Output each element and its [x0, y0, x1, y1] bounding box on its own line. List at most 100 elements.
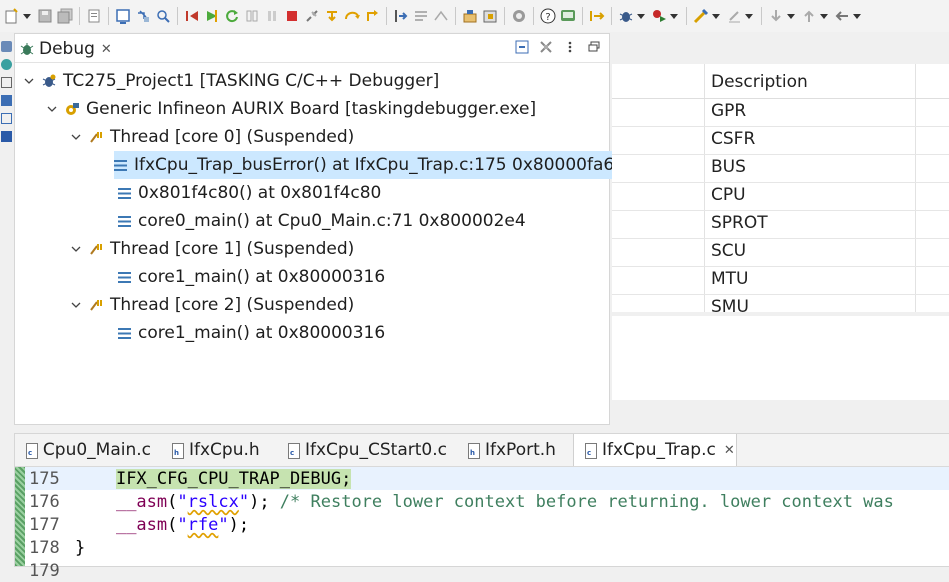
- chevron-down-icon[interactable]: [23, 75, 35, 87]
- disassembly-icon[interactable]: [1, 131, 12, 142]
- table-row[interactable]: GPR: [612, 98, 949, 127]
- external-tools-dropdown-icon[interactable]: [712, 13, 720, 19]
- bug-icon[interactable]: [1, 59, 12, 70]
- tab-ifxcpu-cstart0[interactable]: c IfxCpu_CStart0.c: [277, 434, 447, 466]
- register-group-name: SCU: [711, 241, 747, 261]
- pin-dropdown-icon[interactable]: [745, 13, 753, 19]
- skip-breakpoints-icon[interactable]: [155, 8, 171, 24]
- save-icon[interactable]: [37, 8, 53, 24]
- print-icon[interactable]: [86, 8, 102, 24]
- help-icon[interactable]: ?: [540, 8, 556, 24]
- chevron-down-icon[interactable]: [70, 299, 82, 311]
- left-trim-bar: [0, 34, 13, 184]
- chevron-down-icon[interactable]: [70, 243, 82, 255]
- description-column-header[interactable]: Description: [711, 72, 808, 92]
- editor-tab-label: Cpu0_Main.c: [42, 440, 151, 460]
- tree-item-label: core1_main() at 0x80000316: [138, 267, 386, 287]
- tree-frame-item[interactable]: core1_main() at 0x80000316: [118, 263, 385, 291]
- stop-target-icon[interactable]: [482, 8, 498, 24]
- step-over-icon[interactable]: [344, 8, 360, 24]
- tab-ifxcpu-h[interactable]: h IfxCpu.h: [161, 434, 267, 466]
- close-icon[interactable]: ✕: [101, 42, 112, 57]
- remove-terminated-icon[interactable]: [539, 39, 553, 53]
- resume-icon[interactable]: [204, 8, 220, 24]
- tab-ifxcpu-trap[interactable]: c IfxCpu_Trap.c ✕: [573, 434, 737, 466]
- run-icon[interactable]: [651, 8, 667, 24]
- external-tools-icon[interactable]: [693, 8, 709, 24]
- tree-frame-item-selected[interactable]: IfxCpu_Trap_busError() at IfxCpu_Trap.c:…: [114, 151, 619, 179]
- pin-icon[interactable]: [726, 8, 742, 24]
- disconnect-icon[interactable]: [304, 8, 320, 24]
- chevron-down-icon[interactable]: [70, 131, 82, 143]
- tree-thread-item[interactable]: Thread [core 0] (Suspended): [70, 123, 354, 151]
- navigate-up-dropdown-icon[interactable]: [820, 13, 828, 19]
- step-return-icon[interactable]: [364, 8, 380, 24]
- debug-view-icon[interactable]: [1, 41, 12, 52]
- use-step-filters-icon[interactable]: [413, 8, 429, 24]
- new-dropdown-icon[interactable]: [23, 13, 31, 19]
- tree-launch-item[interactable]: TC275_Project1 [TASKING C/C++ Debugger]: [23, 67, 439, 95]
- toolbar-separator: [582, 7, 583, 25]
- save-all-icon[interactable]: [57, 8, 73, 24]
- restart-icon[interactable]: [184, 8, 200, 24]
- table-row[interactable]: SCU: [612, 238, 949, 267]
- reload-icon[interactable]: [224, 8, 240, 24]
- chevron-down-icon[interactable]: [46, 103, 58, 115]
- h-file-icon: h: [171, 442, 184, 459]
- code-line[interactable]: 177 __asm("rfe");: [15, 513, 949, 536]
- registers-icon[interactable]: [1, 95, 12, 106]
- target-gear-icon[interactable]: [511, 8, 527, 24]
- code-area[interactable]: 175 IFX_CFG_CPU_TRAP_DEBUG; 176 __asm("r…: [15, 467, 949, 581]
- toolbar-separator: [686, 7, 687, 25]
- table-row[interactable]: SMU: [612, 294, 949, 312]
- suspend-icon[interactable]: [244, 8, 260, 24]
- table-row[interactable]: CPU: [612, 182, 949, 211]
- target-icon[interactable]: [462, 8, 478, 24]
- view-menu-icon[interactable]: [563, 39, 577, 53]
- run-dropdown-icon[interactable]: [670, 13, 678, 19]
- navigate-up-icon[interactable]: [801, 8, 817, 24]
- code-line[interactable]: 178 }: [15, 536, 949, 559]
- build-icon[interactable]: [115, 8, 131, 24]
- tree-frame-item[interactable]: core1_main() at 0x80000316: [118, 319, 385, 347]
- tree-thread-item[interactable]: Thread [core 2] (Suspended): [70, 291, 354, 319]
- target-board-icon: [64, 101, 80, 117]
- tree-item-label: IfxCpu_Trap_busError() at IfxCpu_Trap.c:…: [134, 155, 615, 175]
- tree-frame-item[interactable]: core0_main() at Cpu0_Main.c:71 0x800002e…: [118, 207, 526, 235]
- tree-thread-item[interactable]: Thread [core 1] (Suspended): [70, 235, 354, 263]
- debug-config-icon[interactable]: [135, 8, 151, 24]
- terminate-icon[interactable]: [284, 8, 300, 24]
- collapse-all-icon[interactable]: [515, 39, 529, 54]
- toolbar-separator: [455, 7, 456, 25]
- tab-debug[interactable]: Debug ✕: [19, 36, 112, 62]
- tree-frame-item[interactable]: 0x801f4c80() at 0x801f4c80: [118, 179, 381, 207]
- table-row[interactable]: MTU: [612, 266, 949, 295]
- back-dropdown-icon[interactable]: [853, 13, 861, 19]
- navigate-down-dropdown-icon[interactable]: [787, 13, 795, 19]
- tab-cpu0-main[interactable]: c Cpu0_Main.c: [15, 434, 151, 466]
- close-icon[interactable]: ✕: [724, 443, 735, 458]
- back-icon[interactable]: [834, 8, 850, 24]
- code-line-current[interactable]: 175 IFX_CFG_CPU_TRAP_DEBUG;: [15, 467, 949, 490]
- instruction-step-icon[interactable]: [393, 8, 409, 24]
- code-line[interactable]: 176 __asm("rslcx"); /* Restore lower con…: [15, 490, 949, 513]
- table-row[interactable]: SPROT: [612, 210, 949, 239]
- memory-icon[interactable]: [1, 113, 12, 124]
- new-icon[interactable]: [4, 8, 20, 24]
- outline-icon[interactable]: [1, 77, 12, 88]
- navigate-down-icon[interactable]: [768, 8, 784, 24]
- code-line[interactable]: 179: [15, 559, 949, 582]
- tab-ifxport-h[interactable]: h IfxPort.h: [457, 434, 565, 466]
- tree-target-item[interactable]: Generic Infineon AURIX Board [taskingdeb…: [46, 95, 536, 123]
- h-file-icon: h: [467, 442, 480, 459]
- step-into-icon[interactable]: [324, 8, 340, 24]
- minimize-icon[interactable]: [587, 39, 601, 53]
- drop-to-frame-icon[interactable]: [433, 8, 449, 24]
- table-row[interactable]: BUS: [612, 154, 949, 183]
- console-icon[interactable]: [560, 8, 576, 24]
- next-annotation-icon[interactable]: [589, 8, 605, 24]
- table-row[interactable]: CSFR: [612, 126, 949, 155]
- debug-icon[interactable]: [618, 8, 634, 24]
- pause-icon[interactable]: [264, 8, 280, 24]
- debug-dropdown-icon[interactable]: [637, 13, 645, 19]
